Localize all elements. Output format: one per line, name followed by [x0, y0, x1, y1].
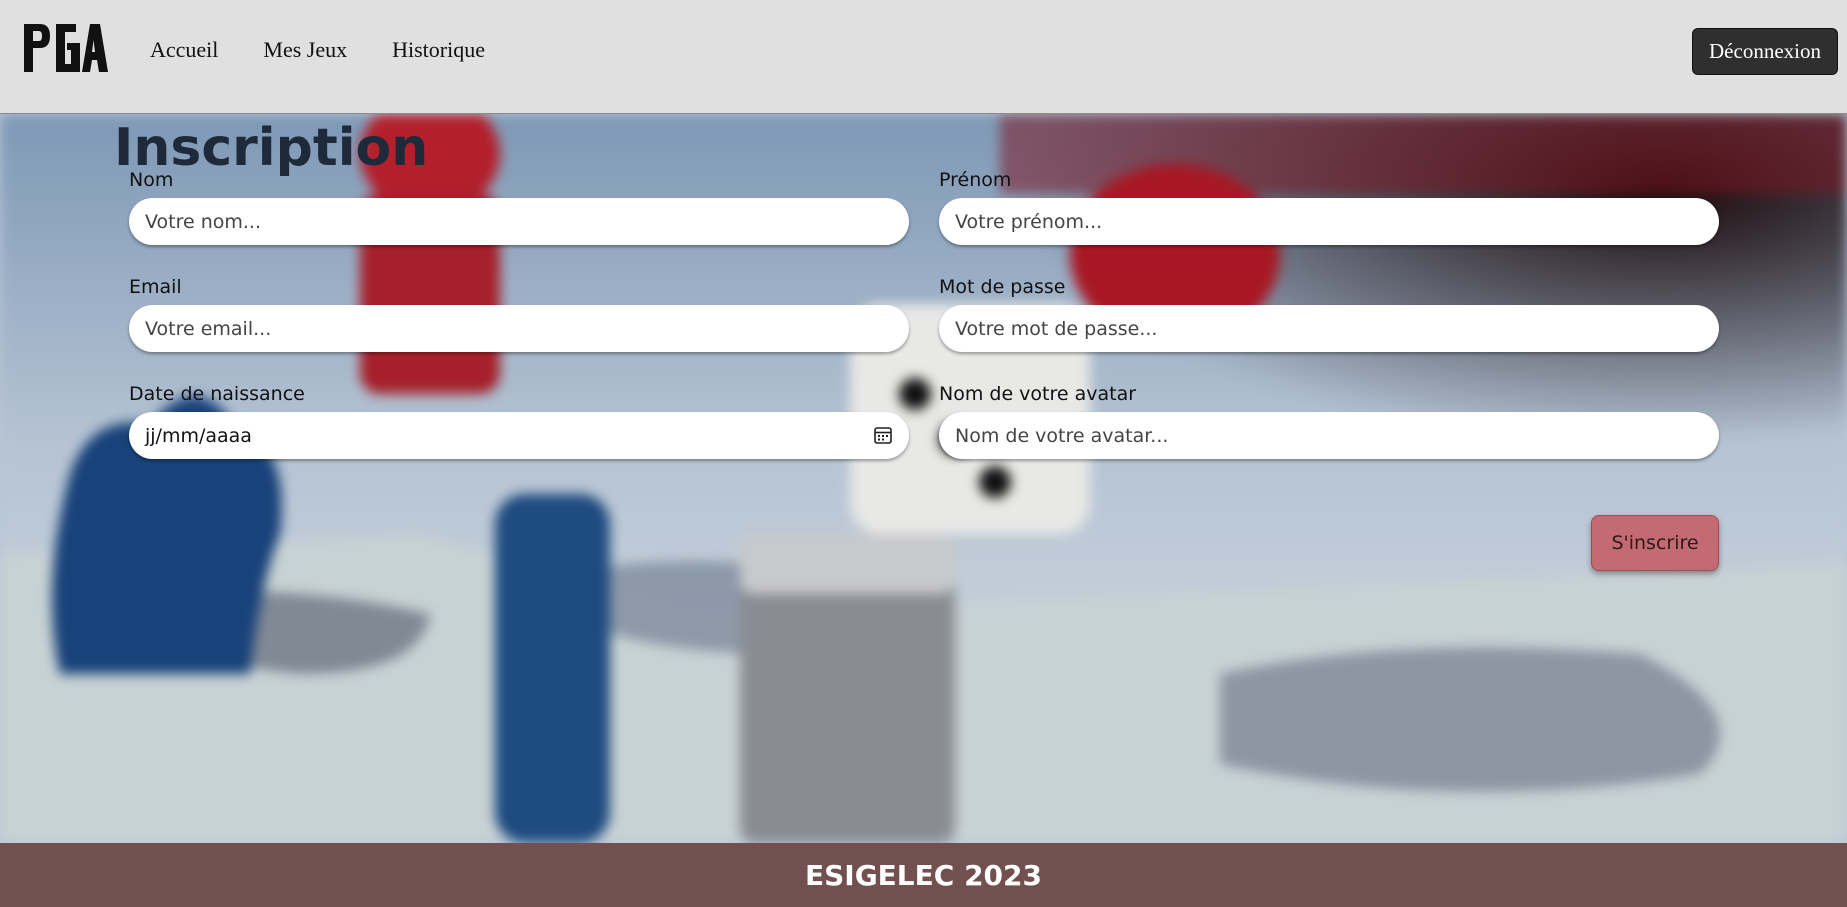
- top-navbar: Accueil Mes Jeux Historique Déconnexion: [0, 0, 1847, 114]
- footer: ESIGELEC 2023: [0, 843, 1847, 907]
- prenom-label: Prénom: [939, 169, 1012, 191]
- nav-mes-jeux[interactable]: Mes Jeux: [263, 37, 347, 63]
- birthdate-input[interactable]: jj/mm/aaaa: [129, 412, 909, 459]
- birthdate-label: Date de naissance: [129, 383, 305, 405]
- registration-section: Inscription Nom Votre nom... Prénom Votr…: [0, 114, 1847, 843]
- password-input[interactable]: Votre mot de passe...: [939, 305, 1719, 352]
- prenom-input[interactable]: Votre prénom...: [939, 198, 1719, 245]
- nom-label: Nom: [129, 169, 174, 191]
- nom-input[interactable]: Votre nom...: [129, 198, 909, 245]
- footer-text: ESIGELEC 2023: [804, 858, 1042, 892]
- email-label: Email: [129, 276, 182, 298]
- submit-button[interactable]: S'inscrire: [1591, 515, 1719, 571]
- logo[interactable]: [22, 20, 108, 74]
- calendar-icon[interactable]: [873, 425, 893, 445]
- nav-historique[interactable]: Historique: [392, 37, 485, 63]
- birthdate-value: jj/mm/aaaa: [145, 424, 252, 447]
- avatar-input[interactable]: Nom de votre avatar...: [939, 412, 1719, 459]
- logout-button[interactable]: Déconnexion: [1692, 28, 1838, 75]
- avatar-label: Nom de votre avatar: [939, 383, 1137, 405]
- email-input[interactable]: Votre email...: [129, 305, 909, 352]
- password-label: Mot de passe: [939, 276, 1066, 298]
- nav-accueil[interactable]: Accueil: [150, 37, 218, 63]
- main-nav: Accueil Mes Jeux Historique: [150, 0, 530, 100]
